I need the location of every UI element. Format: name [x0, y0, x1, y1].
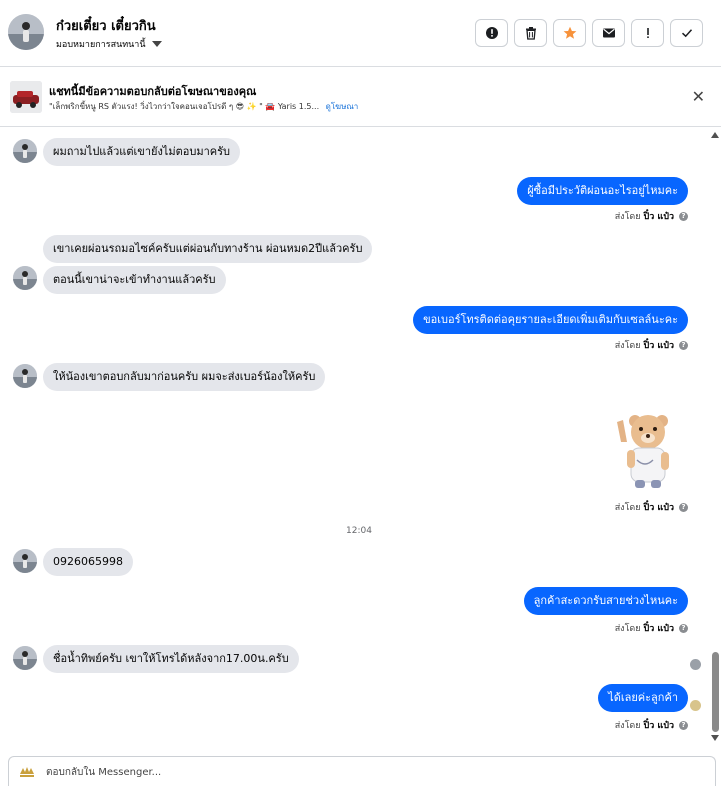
message-timestamp: 12:04	[346, 526, 372, 536]
info-icon[interactable]: ?	[679, 623, 688, 633]
close-icon[interactable]: ✕	[692, 89, 705, 105]
scrollbar-thumb[interactable]	[712, 652, 719, 732]
star-icon	[563, 26, 576, 39]
info-icon[interactable]: ?	[679, 211, 688, 221]
contact-avatar-small[interactable]	[13, 364, 37, 388]
header-actions	[475, 19, 703, 47]
sent-by-prefix: ส่งโดย	[614, 503, 641, 513]
conversation-header: ก๋วยเตี๋ยว เตี๋ยวกิน มอบหมายการสนทนานี้	[0, 0, 721, 67]
reply-input[interactable]	[46, 763, 646, 781]
sender-name[interactable]: ปิ๋ว แป๋ว	[644, 718, 674, 732]
bear-sticker[interactable]	[613, 412, 681, 492]
sent-by-label: ส่งโดย ปิ๋ว แป๋ว ?	[615, 209, 688, 223]
ad-reply-banner: แชทนี้มีข้อความตอบกลับต่อโฆษณาของคุณ "เล…	[0, 67, 721, 127]
scroll-up-arrow-icon[interactable]	[711, 132, 719, 138]
check-icon	[681, 29, 692, 38]
ad-banner-title: แชทนี้มีข้อความตอบกลับต่อโฆษณาของคุณ	[49, 85, 257, 98]
sender-name[interactable]: ปิ๋ว แป๋ว	[644, 338, 674, 352]
exclamation-icon	[646, 28, 649, 38]
info-icon[interactable]: ?	[679, 340, 688, 350]
trash-icon	[525, 27, 536, 40]
sent-by-label: ส่งโดย ปิ๋ว แป๋ว ?	[615, 338, 688, 352]
message-bubble-incoming[interactable]: ผมถามไปแล้วแต่เขายังไม่ตอบมาครับ	[43, 138, 241, 166]
sender-name[interactable]: ปิ๋ว แป๋ว	[644, 209, 674, 223]
sent-by-label: ส่งโดย ปิ๋ว แป๋ว ?	[615, 718, 688, 732]
assign-conversation-dropdown[interactable]: มอบหมายการสนทนานี้	[56, 37, 162, 51]
sent-by-label: ส่งโดย ปิ๋ว แป๋ว ?	[615, 500, 688, 514]
envelope-icon	[602, 28, 615, 38]
sender-name[interactable]: ปิ๋ว แป๋ว	[644, 500, 674, 514]
message-bubble-outgoing[interactable]: ขอเบอร์โทรติดต่อคุยรายละเอียดเพิ่มเติมกั…	[413, 306, 688, 334]
sent-by-prefix: ส่งโดย	[614, 341, 641, 351]
contact-avatar-small[interactable]	[13, 549, 37, 573]
message-bubble-incoming[interactable]: ชื่อน้ำทิพย์ครับ เขาให้โทรได้หลังจาก17.0…	[43, 645, 299, 673]
contact-avatar-small[interactable]	[13, 646, 37, 670]
message-bubble-incoming[interactable]: 0926065998	[43, 548, 133, 576]
follow-up-button[interactable]	[631, 19, 664, 47]
sender-name[interactable]: ปิ๋ว แป๋ว	[644, 621, 674, 635]
mark-unread-button[interactable]	[592, 19, 625, 47]
message-bubble-incoming[interactable]: ตอนนี้เขาน่าจะเข้าทำงานแล้วครับ	[43, 266, 226, 294]
ad-caption: "เล็กพริกขี้หนู RS ตัวแรง! วิ่งไวกว่าใจค…	[49, 100, 358, 113]
messenger-inbox-conversation: ก๋วยเตี๋ยว เตี๋ยวกิน มอบหมายการสนทนานี้	[0, 0, 721, 786]
spam-alert-button[interactable]	[475, 19, 508, 47]
message-bubble-outgoing[interactable]: ได้เลยค่ะลูกค้า	[598, 684, 688, 712]
seen-indicator-avatar	[690, 659, 701, 670]
message-bubble-outgoing[interactable]: ผู้ซื้อมีประวัติผ่อนอะไรอยู่ไหมคะ	[517, 177, 688, 205]
info-icon[interactable]: ?	[679, 720, 688, 730]
delete-button[interactable]	[514, 19, 547, 47]
sent-by-prefix: ส่งโดย	[614, 721, 641, 731]
contact-avatar[interactable]	[8, 14, 44, 50]
page-logo-icon	[17, 765, 37, 779]
caret-down-icon	[151, 41, 162, 47]
info-icon[interactable]: ?	[679, 502, 688, 512]
reply-composer	[8, 756, 716, 786]
assign-label: มอบหมายการสนทนานี้	[56, 40, 146, 50]
ad-text: "เล็กพริกขี้หนู RS ตัวแรง! วิ่งไวกว่าใจค…	[49, 102, 320, 111]
message-bubble-incoming[interactable]: ให้น้องเขาตอบกลับมาก่อนครับ ผมจะส่งเบอร์…	[43, 363, 326, 391]
sent-by-prefix: ส่งโดย	[614, 212, 641, 222]
contact-avatar-small[interactable]	[13, 139, 37, 163]
page-seen-avatar	[690, 700, 701, 711]
message-bubble-incoming[interactable]: เขาเคยผ่อนรถมอไซค์ครับแต่ผ่อนกับทางร้าน …	[43, 235, 373, 263]
scroll-down-arrow-icon[interactable]	[711, 735, 719, 741]
sent-by-label: ส่งโดย ปิ๋ว แป๋ว ?	[615, 621, 688, 635]
mark-done-button[interactable]	[670, 19, 703, 47]
star-button[interactable]	[553, 19, 586, 47]
view-ad-link[interactable]: ดูโฆษณา	[326, 102, 359, 111]
alert-circle-icon	[485, 27, 498, 39]
sent-by-prefix: ส่งโดย	[614, 624, 641, 634]
contact-avatar-small[interactable]	[13, 266, 37, 290]
ad-thumbnail[interactable]	[10, 81, 42, 113]
message-thread[interactable]: ผมถามไปแล้วแต่เขายังไม่ตอบมาครับ ผู้ซื้อ…	[0, 127, 721, 748]
message-bubble-outgoing[interactable]: ลูกค้าสะดวกรับสายช่วงไหนคะ	[523, 587, 688, 615]
contact-name[interactable]: ก๋วยเตี๋ยว เตี๋ยวกิน	[56, 15, 156, 36]
